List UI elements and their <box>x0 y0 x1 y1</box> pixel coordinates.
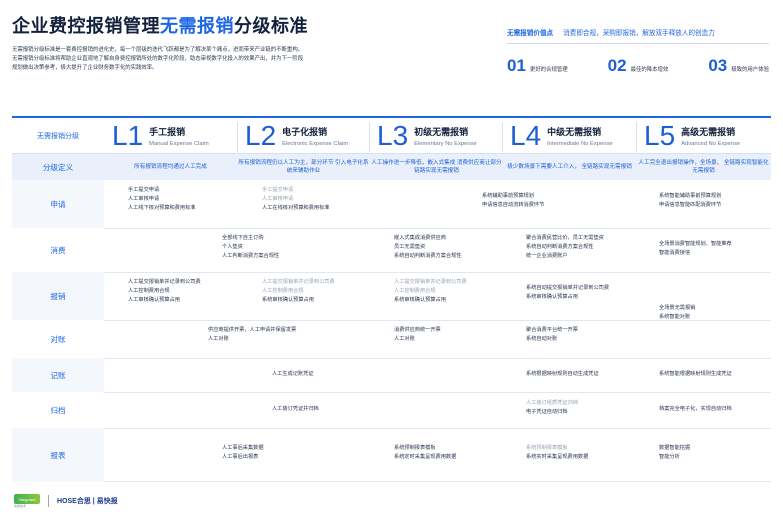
claim-l5: 全场景无需报销 系统智能对账 <box>659 305 696 321</box>
apply-l1: 手工提交申请 人工审核申请 人工线下核对预算和费用标准 <box>128 187 196 212</box>
divider <box>104 481 771 482</box>
report-l5: 数据智能挖掘 智能分析 <box>659 445 691 461</box>
divider <box>48 495 49 507</box>
row-label-reconcile: 对账 <box>50 334 66 344</box>
report-l1-l2: 人工事后采集数据 人工事后出报表 <box>222 445 264 461</box>
claim-l1: 人工提交报销单并记录到公司费 人工控制费用合规 人工审核确认预算占用 <box>128 279 201 304</box>
row-label-bookkeep: 记账 <box>12 358 104 392</box>
divider <box>104 272 771 273</box>
footer-logos: Vanguard 先锋技术 HOSE合思 | 易快报 <box>14 494 118 508</box>
bookkeep-l4: 系统根据映射规则自动生成凭证 <box>526 371 599 377</box>
hose-logo: HOSE合思 | 易快报 <box>57 498 118 505</box>
table-body: 所有报销流程均通过人工完成 所有报销流程仍以人工为主，部分环节 引入电子化系统来… <box>104 154 771 482</box>
divider <box>369 122 370 152</box>
divider <box>507 43 769 44</box>
intro-line: 无需报销分级标准将帮助企业直观地了解自身费控报销所处的数字化阶段，助态审视数字化… <box>12 56 304 63</box>
divider <box>104 428 771 429</box>
stat-item: 02 最佳的降本增效 <box>607 56 669 75</box>
apply-l3-l4: 系统辅助事前预算规划 申请信息自动流转消费环节 <box>482 193 545 209</box>
row-label-apply: 申请 <box>12 180 104 228</box>
stat-item: 01 更好的合规管理 <box>507 56 568 75</box>
archive-l4: 人工装订纸质凭证归档 电子凭证自动归档 <box>526 400 578 416</box>
consume-l5: 全场景消费智能规划、智能推荐 智能消费授信 <box>659 241 732 257</box>
level-l3: L3 初级无需报销 Elementary No Expense <box>377 120 477 151</box>
table-header: 无需报销分级 L1 手工报销 Manual Expense Claim L2 电子… <box>12 116 771 154</box>
grading-table: 无需报销分级 L1 手工报销 Manual Expense Claim L2 电子… <box>12 116 771 482</box>
value-heading: 无需报销价值点 消费即合规，采购即报销，解放双手释放人的创造力 <box>507 30 715 37</box>
row-label-consume: 消费 <box>50 245 66 255</box>
header-label: 无需报销分级 <box>37 133 79 140</box>
page-title: 企业费控报销管理无需报销分级标准 <box>12 16 308 36</box>
bookkeep-l1-l3: 人工生成记账凭证 <box>272 371 314 377</box>
value-stats: 01 更好的合规管理 02 最佳的降本增效 03 极致的用户体验 <box>507 56 769 76</box>
reconcile-l4: 聚合消费平台统一开票 系统自动对账 <box>526 327 578 343</box>
level-l1: L1 手工报销 Manual Expense Claim <box>112 120 209 151</box>
definition-row: 所有报销流程均通过人工完成 所有报销流程仍以人工为主，部分环节 引入电子化系统来… <box>104 154 771 180</box>
report-l4: 系统预制报表模板 系统实时采集呈现费用数据 <box>526 445 589 461</box>
claim-l3: 人工提交报销单并记录到公司费 人工控制费用合规 系统审核确认预算占用 <box>394 279 467 304</box>
apply-l5: 系统智能辅助事前预算规划 申请信息智能匹配消费环节 <box>659 193 722 209</box>
bookkeep-l5: 系统智能根据映射规则生成凭证 <box>659 371 732 377</box>
divider <box>104 358 771 359</box>
level-l4: L4 中级无需报销 Intermediate No Expense <box>510 120 613 151</box>
intro-line: 规划做出决策参考，极大提升了企业财务数字化的实践效率。 <box>12 65 158 72</box>
row-labels: 分级定义 申请 消费 报销 对账 记账 归档 报表 <box>12 154 104 482</box>
row-label-definition: 分级定义 <box>12 154 104 180</box>
reconcile-l3: 消费供应商统一开票 人工对账 <box>394 327 441 343</box>
consume-l3: 嵌入式集成消费供应商 员工无需垫资 系统自动判断消费方案合规性 <box>394 235 462 260</box>
level-l2: L2 电子化报销 Electronic Expense Claim <box>245 120 349 151</box>
intro-line: 无需报销分级标准是一套费控报销的进化史，每一个层级的迭代飞跃都是为了解决某个痛点… <box>12 47 304 53</box>
intro-paragraph: 无需报销分级标准是一套费控报销的进化史，每一个层级的迭代飞跃都是为了解决某个痛点… <box>12 46 380 74</box>
level-l5: L5 高级无需报销 Advanced No Expense <box>644 120 741 151</box>
row-label-report: 报表 <box>12 428 104 482</box>
row-label-claim: 报销 <box>12 272 104 320</box>
divider <box>502 122 503 152</box>
report-l3: 系统预制报表模板 系统定时采集呈现费用数据 <box>394 445 457 461</box>
vanguard-logo: Vanguard 先锋技术 <box>14 494 40 508</box>
divider <box>104 392 771 393</box>
definition-l1: 所有报销流程均通过人工完成 <box>134 163 207 170</box>
divider <box>104 228 771 229</box>
claim-l2: 人工提交报销单并记录到公司费 人工控制费用合规 系统审核确认预算占用 <box>262 279 335 304</box>
definition-l5: 人工完全退出报销操作，全场景、 全链路实现智能化无需报销 <box>638 159 769 174</box>
archive-l5: 档案完全电子化，实现自动归档 <box>659 406 732 412</box>
consume-l1-l2: 全部线下自主订购 个人垫资 人工判断消费方案合规性 <box>222 235 280 260</box>
definition-l2: 所有报销流程仍以人工为主，部分环节 引入电子化系统来辅助作业 <box>238 159 369 174</box>
reconcile-l1-l2: 供应商提供开票，人工申请并保留发票 人工对账 <box>208 327 297 343</box>
consume-l4: 聚合消费民营比价，员工无需垫资 系统自动判断消费方案合规性 统一企业消费账户 <box>526 235 604 260</box>
definition-l3: 人工操作进一步降低，嵌入式集成 消费供应商让部分链路实现无需报销 <box>371 159 502 174</box>
claim-l4: 系统自动提交报销单并记录到公司费 系统审核确认预算占用 <box>526 285 610 301</box>
stat-item: 03 极致的用户体验 <box>708 56 769 75</box>
divider <box>237 122 238 152</box>
definition-l4: 极少数场景下需要人工介入， 全链路实现无需报销 <box>507 163 632 170</box>
apply-l2: 手工提交申请 人工审核申请 人工在线核对预算和费用标准 <box>262 187 330 212</box>
divider <box>636 122 637 152</box>
row-label-archive: 归档 <box>50 405 66 415</box>
archive-l1-l3: 人工装订凭证并归档 <box>272 406 319 412</box>
